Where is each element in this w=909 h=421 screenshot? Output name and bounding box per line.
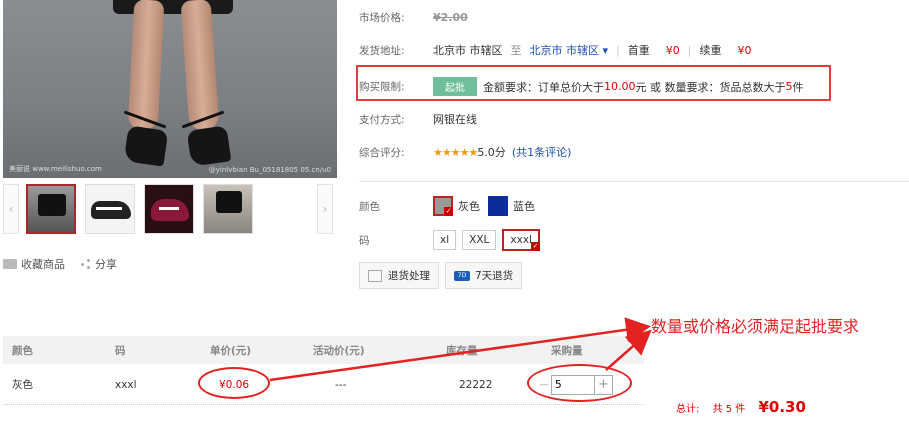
annotation-arrows — [269, 317, 652, 382]
order-total: 总计: 共 5 件 ¥0.30 — [676, 398, 806, 416]
product-page: 美丽说 www.meilishuo.com @yinlvbian Bu_0518… — [0, 0, 909, 421]
total-label: 总计: — [676, 404, 700, 415]
total-amount: ¥0.30 — [758, 398, 806, 416]
total-count: 共 5 件 — [712, 404, 746, 415]
arrow-to-note — [269, 317, 651, 382]
annotation-note: 数量或价格必须满足起批要求 — [651, 317, 860, 336]
arrow-to-note — [605, 329, 652, 371]
